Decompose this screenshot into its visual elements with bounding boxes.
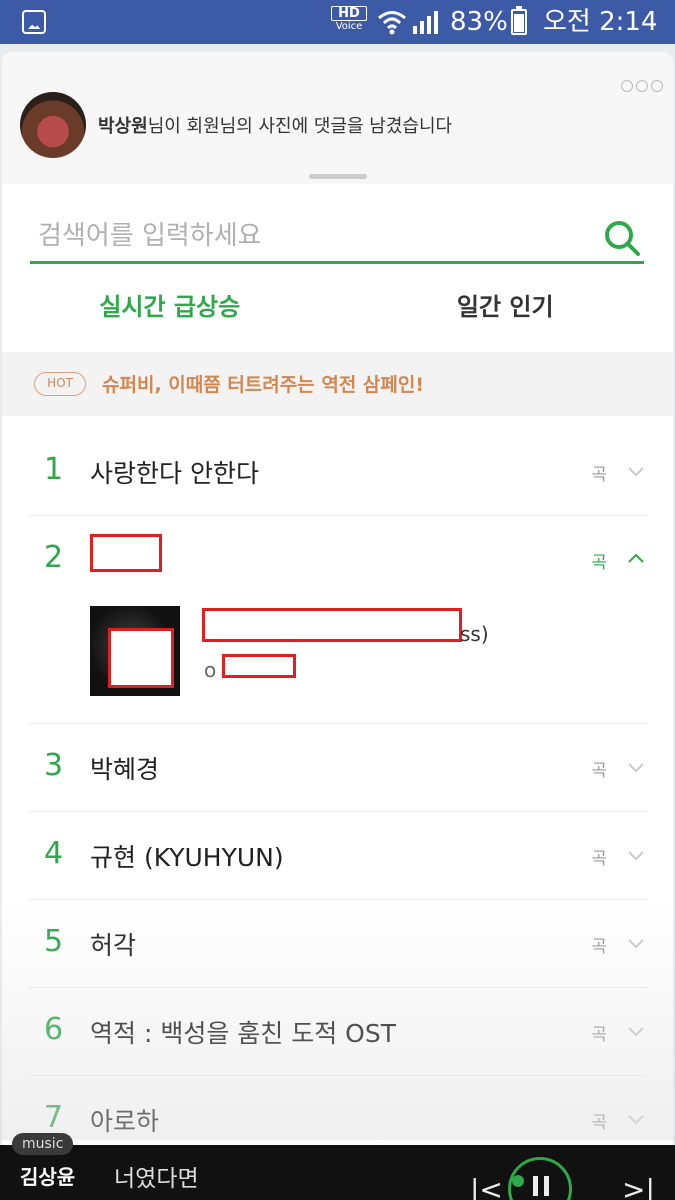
gallery-icon	[22, 10, 46, 34]
rank-number: 5	[44, 924, 64, 959]
voice-label: Voice	[335, 21, 363, 32]
redacted-art	[108, 628, 174, 688]
tab-daily[interactable]: 일간 인기	[338, 274, 674, 350]
redacted-song	[202, 608, 462, 642]
type-label: 곡	[591, 465, 607, 485]
notification-name: 박상원	[98, 116, 148, 137]
hot-banner[interactable]: HOT 슈퍼비, 이때쯤 터트려주는 역전 삼페인!	[2, 352, 673, 416]
tab-bar: 실시간 급상승 일간 인기	[2, 274, 673, 350]
list-item[interactable]: 5 허각 곡	[28, 900, 647, 988]
item-title: 허각	[90, 931, 137, 960]
notification-text: 박상원님이 회원님의 사진에 댓글을 남겼습니다	[98, 112, 452, 138]
hot-text: 슈퍼비, 이때쯤 터트려주는 역전 삼페인!	[102, 374, 425, 396]
rank-number: 4	[44, 836, 64, 871]
wifi-icon	[378, 11, 406, 35]
previous-icon[interactable]: |<	[470, 1173, 503, 1200]
clock: 오전 2:14	[543, 7, 658, 37]
type-label: 곡	[591, 761, 607, 781]
mini-player[interactable]: 김상윤 너였다면 |< >|	[0, 1145, 675, 1200]
search-panel: 박상원님이 회원님의 사진에 댓글을 남겼습니다 실시간 급상승 일간 인기 H…	[2, 52, 673, 1200]
item-title: 박혜경	[90, 755, 160, 784]
search-bar	[30, 210, 644, 264]
item-title: 사랑한다 안한다	[90, 459, 259, 488]
tab-realtime[interactable]: 실시간 급상승	[2, 274, 338, 350]
redacted-artist	[222, 654, 296, 678]
hd-label: HD	[331, 6, 367, 21]
rank-number: 1	[44, 452, 64, 487]
item-title: 규현 (KYUHYUN)	[90, 843, 284, 872]
battery-percent: 83%	[450, 7, 508, 37]
search-icon[interactable]	[602, 218, 642, 258]
chevron-down-icon[interactable]	[627, 1110, 645, 1128]
notification-banner[interactable]: 박상원님이 회원님의 사진에 댓글을 남겼습니다	[2, 52, 673, 184]
type-label: 곡	[591, 553, 607, 573]
chevron-down-icon[interactable]	[627, 462, 645, 480]
item-title: 역적 : 백성을 훔친 도적 OST	[90, 1019, 396, 1048]
item-title: 아로하	[90, 1107, 160, 1136]
chevron-down-icon[interactable]	[627, 846, 645, 864]
signal-icon	[413, 11, 438, 34]
chevron-down-icon[interactable]	[627, 758, 645, 776]
rank-number: 2	[44, 540, 64, 575]
rank-number: 3	[44, 748, 64, 783]
avatar	[20, 92, 86, 158]
artist-prefix: o	[204, 658, 217, 682]
status-bar: HD Voice 83% 오전 2:14	[0, 0, 675, 44]
type-label: 곡	[591, 937, 607, 957]
type-label: 곡	[591, 849, 607, 869]
list-item[interactable]: 6 역적 : 백성을 훔친 도적 OST 곡	[28, 988, 647, 1076]
battery-icon	[511, 6, 527, 35]
hd-voice-indicator: HD Voice	[331, 6, 367, 33]
rank-number: 6	[44, 1012, 64, 1047]
chevron-down-icon[interactable]	[627, 934, 645, 952]
more-icon[interactable]	[621, 80, 663, 92]
next-icon[interactable]: >|	[622, 1173, 655, 1200]
music-tag: music	[12, 1133, 74, 1155]
type-label: 곡	[591, 1025, 607, 1045]
ranking-list: 1 사랑한다 안한다 곡 2 곡 ss) o 3 박혜경 곡 4 규현 (KYU…	[2, 428, 673, 1164]
notification-message: 님이 회원님의 사진에 댓글을 남겼습니다	[147, 116, 453, 137]
list-item[interactable]: 1 사랑한다 안한다 곡	[28, 428, 647, 516]
progress-dot[interactable]	[512, 1175, 524, 1187]
chevron-down-icon[interactable]	[627, 1022, 645, 1040]
list-item[interactable]: 2 곡 ss) o	[28, 516, 647, 724]
song-suffix: ss)	[460, 622, 489, 646]
hot-badge: HOT	[34, 372, 86, 396]
type-label: 곡	[591, 1113, 607, 1133]
redacted-title	[90, 534, 162, 572]
search-input[interactable]	[38, 218, 578, 254]
player-song: 너였다면	[114, 1166, 199, 1192]
player-artist: 김상윤	[20, 1165, 76, 1189]
rank-number: 7	[44, 1100, 64, 1135]
drag-handle[interactable]	[309, 174, 367, 179]
list-item[interactable]: 4 규현 (KYUHYUN) 곡	[28, 812, 647, 900]
list-item[interactable]: 3 박혜경 곡	[28, 724, 647, 812]
chevron-up-icon[interactable]	[627, 550, 645, 568]
